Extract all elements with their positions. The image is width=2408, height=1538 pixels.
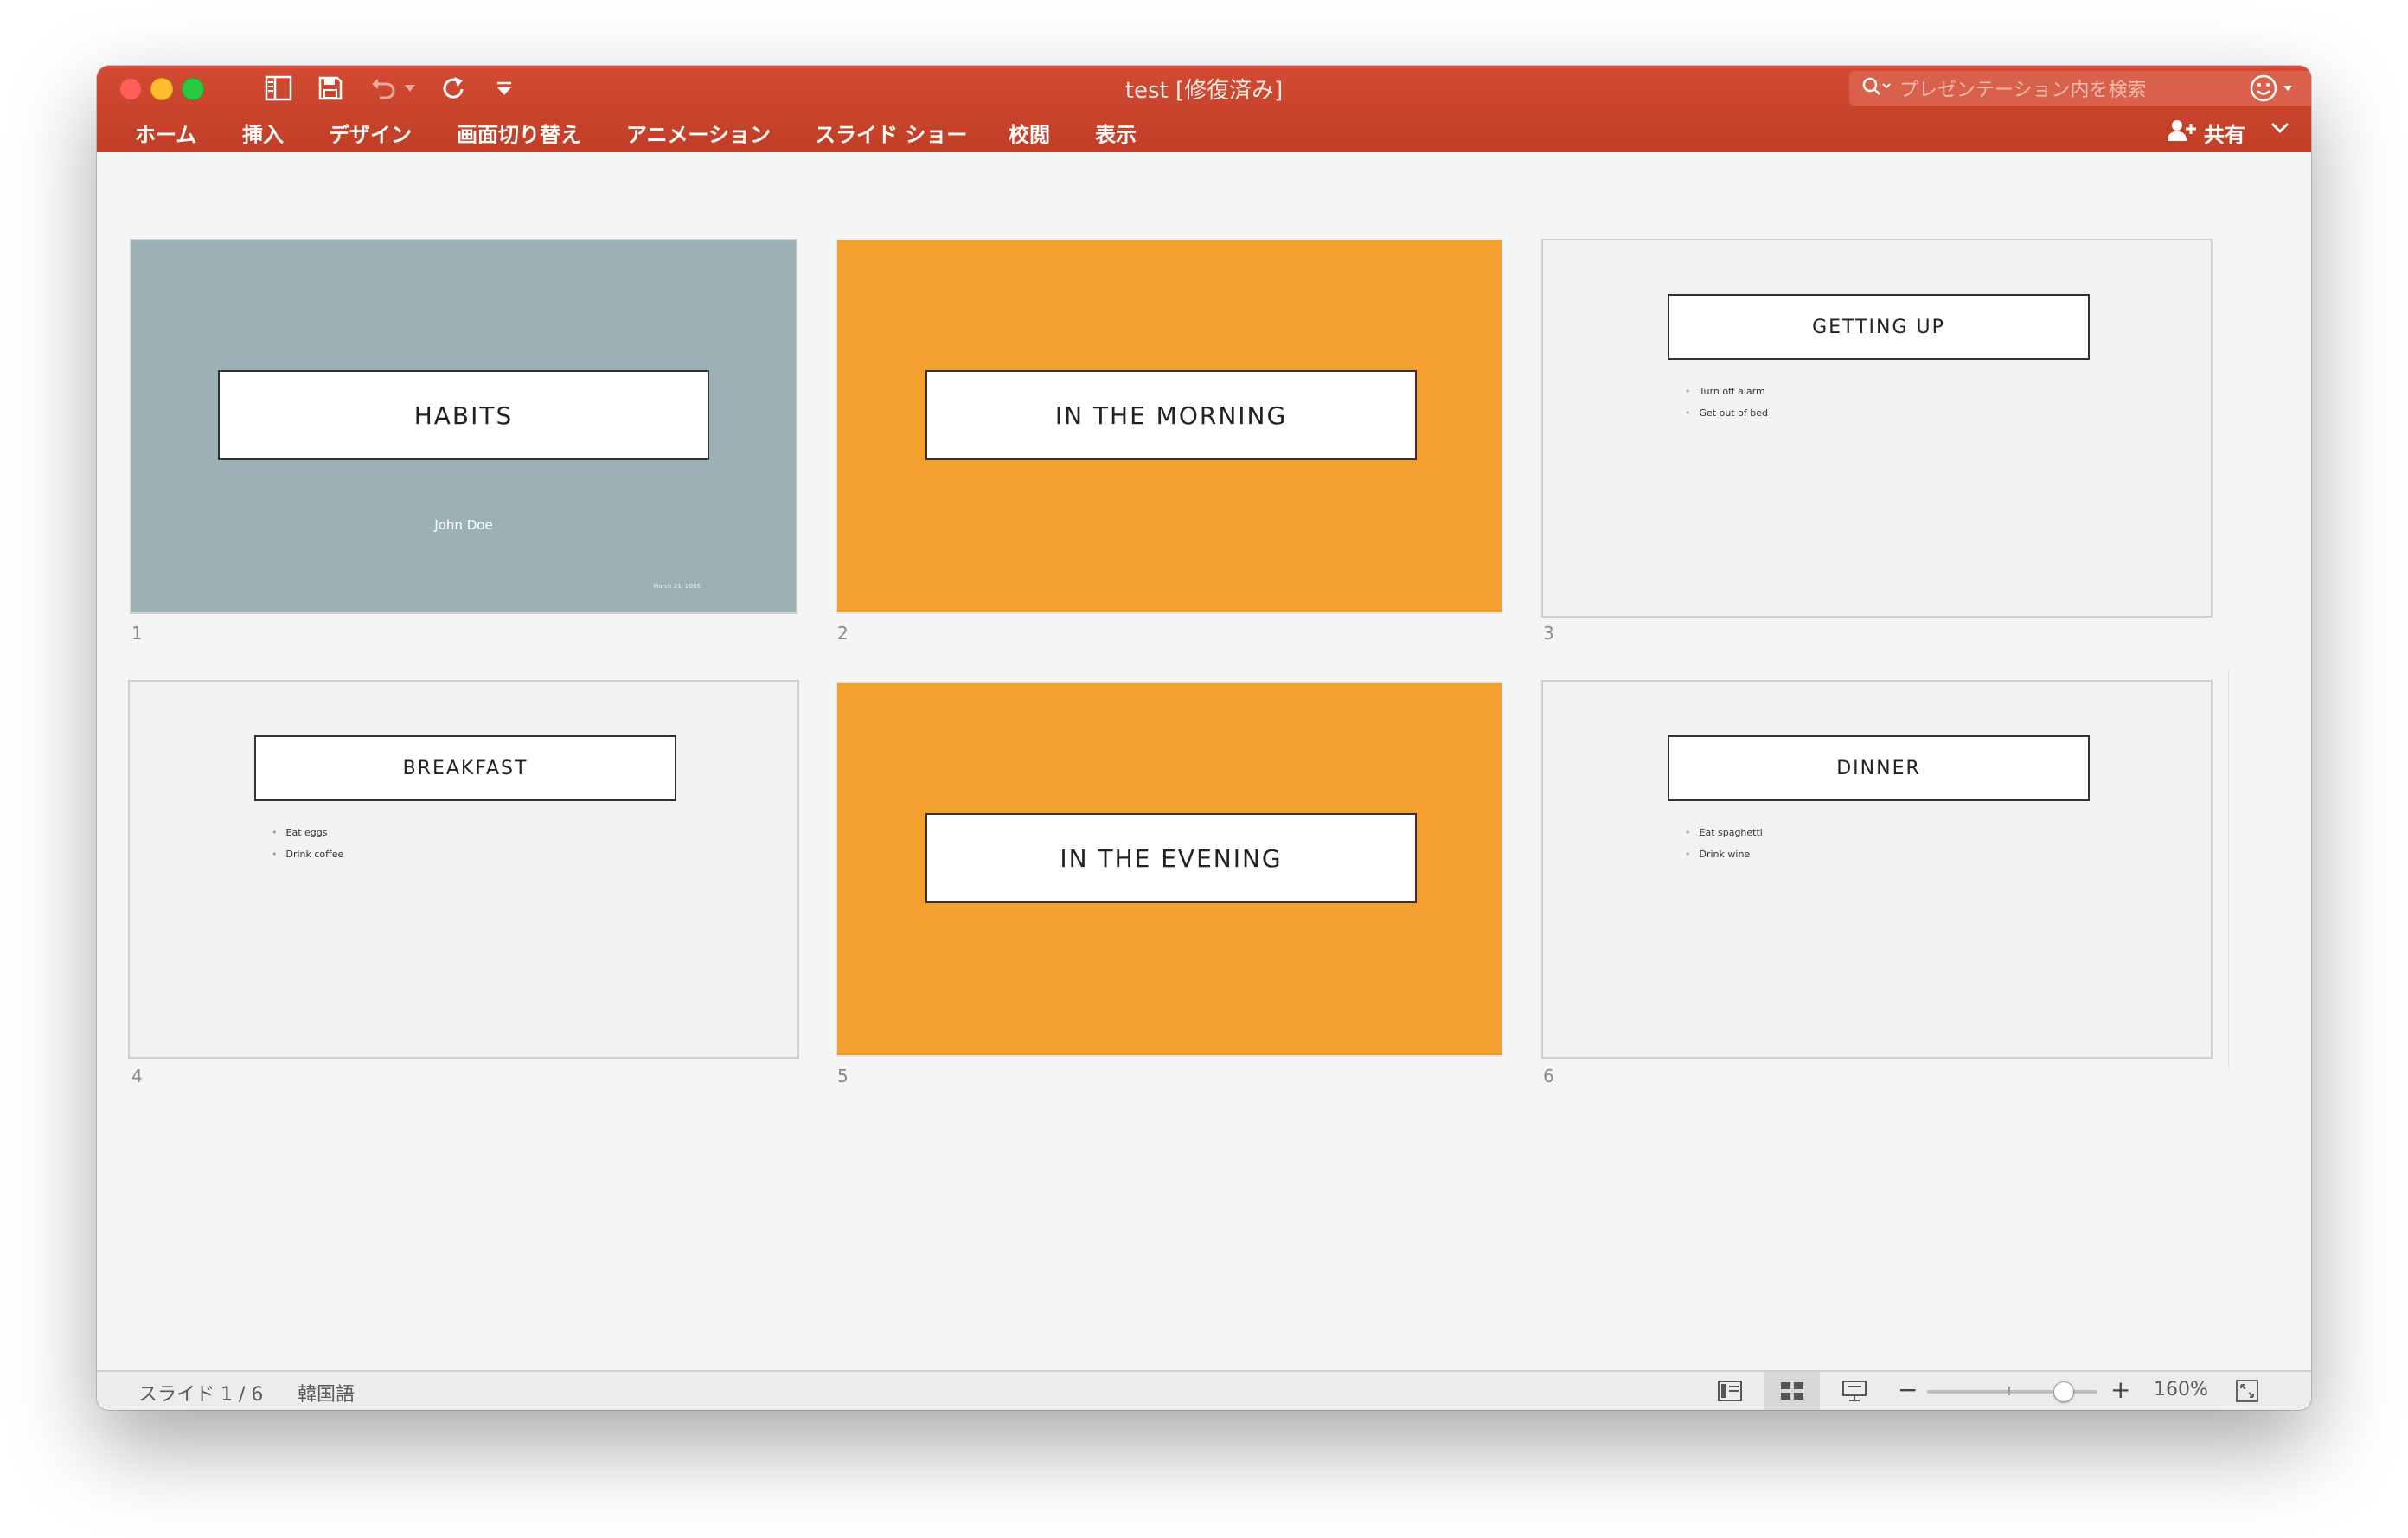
bullet-list: • Turn off alarm • Get out of bed [1685, 386, 1768, 429]
list-item: • Turn off alarm [1685, 386, 1765, 397]
normal-view-icon[interactable] [1702, 1372, 1758, 1410]
tab-slide-show[interactable]: スライド ショー [815, 118, 967, 148]
zoom-level[interactable]: 160% [2154, 1379, 2208, 1400]
zoom-slider-midpoint [2008, 1387, 2010, 1395]
presenter-view-icon[interactable] [1827, 1372, 1882, 1410]
slide-subtitle: John Doe [434, 517, 493, 533]
tab-insert[interactable]: 挿入 [242, 118, 284, 148]
bullet-list: • Eat spaghetti • Drink wine [1685, 827, 1763, 870]
fit-to-window-icon[interactable] [2235, 1379, 2259, 1408]
title-bar: test [修復済み] プレゼンテーション内を検索 ホーム 挿入 デザイン 画面… [97, 66, 2311, 152]
search-input[interactable]: プレゼンテーション内を検索 [1849, 71, 2311, 106]
slide-number: 5 [837, 1066, 849, 1086]
chevron-down-icon[interactable] [2270, 121, 2290, 138]
tab-view[interactable]: 表示 [1095, 118, 1137, 148]
slide-thumbnail-5[interactable]: IN THE EVENING [836, 682, 1503, 1057]
slide-title: IN THE EVENING [925, 813, 1417, 903]
slide-number: 1 [131, 623, 143, 644]
slide-thumbnail-6[interactable]: DINNER • Eat spaghetti • Drink wine [1541, 680, 2213, 1059]
slide-title: BREAKFAST [254, 735, 676, 801]
tab-home[interactable]: ホーム [135, 118, 196, 148]
zoom-out-button[interactable]: − [1898, 1375, 1918, 1404]
tab-transitions[interactable]: 画面切り替え [457, 118, 581, 148]
slide-sorter-area: HABITS John Doe March 21, 2005 1 IN THE … [97, 152, 2311, 1359]
zoom-slider-thumb[interactable] [2053, 1381, 2074, 1402]
tab-animations[interactable]: アニメーション [626, 118, 771, 148]
add-person-icon [2166, 119, 2197, 148]
slide-thumbnail-4[interactable]: BREAKFAST • Eat eggs • Drink coffee [128, 680, 799, 1059]
slide-thumbnail-3[interactable]: GETTING UP • Turn off alarm • Get out of b… [1541, 239, 2213, 618]
app-window: test [修復済み] プレゼンテーション内を検索 ホーム 挿入 デザイン 画面… [97, 66, 2311, 1410]
search-icon [1861, 76, 1891, 100]
smiley-icon[interactable] [2249, 71, 2301, 106]
slide-number: 3 [1543, 623, 1554, 644]
slide-title: GETTING UP [1668, 294, 2090, 360]
language-indicator[interactable]: 韓国語 [298, 1379, 355, 1407]
list-item: • Drink wine [1685, 849, 1751, 860]
slide-date: March 21, 2005 [653, 583, 701, 590]
slide-thumbnail-1[interactable]: HABITS John Doe March 21, 2005 [130, 239, 797, 614]
slide-thumbnail-2[interactable]: IN THE MORNING [836, 239, 1503, 614]
list-item: • Eat spaghetti [1685, 827, 1763, 838]
zoom-in-button[interactable]: + [2110, 1375, 2130, 1404]
status-bar: スライド 1 / 6 韓国語 − + 160% [97, 1370, 2311, 1410]
search-placeholder: プレゼンテーション内を検索 [1899, 80, 2147, 101]
share-label: 共有 [2204, 123, 2245, 147]
share-button[interactable]: 共有 [2166, 118, 2245, 148]
bullet-list: • Eat eggs • Drink coffee [272, 827, 343, 870]
slide-title: IN THE MORNING [925, 370, 1417, 460]
tab-design[interactable]: デザイン [329, 118, 412, 148]
slide-sorter-icon[interactable] [1764, 1372, 1820, 1410]
slide-number: 6 [1543, 1066, 1554, 1086]
insertion-divider [2228, 670, 2229, 1067]
ribbon-tabs: ホーム 挿入 デザイン 画面切り替え アニメーション スライド ショー 校閲 表… [97, 111, 2311, 152]
tab-review[interactable]: 校閲 [1009, 118, 1050, 148]
slide-number: 2 [837, 623, 849, 644]
list-item: • Get out of bed [1685, 407, 1768, 419]
slide-title: DINNER [1668, 735, 2090, 801]
slide-indicator: スライド 1 / 6 [138, 1384, 264, 1406]
slide-title: HABITS [218, 370, 709, 460]
slide-number: 4 [131, 1066, 143, 1086]
list-item: • Eat eggs [272, 827, 328, 838]
list-item: • Drink coffee [272, 849, 344, 860]
